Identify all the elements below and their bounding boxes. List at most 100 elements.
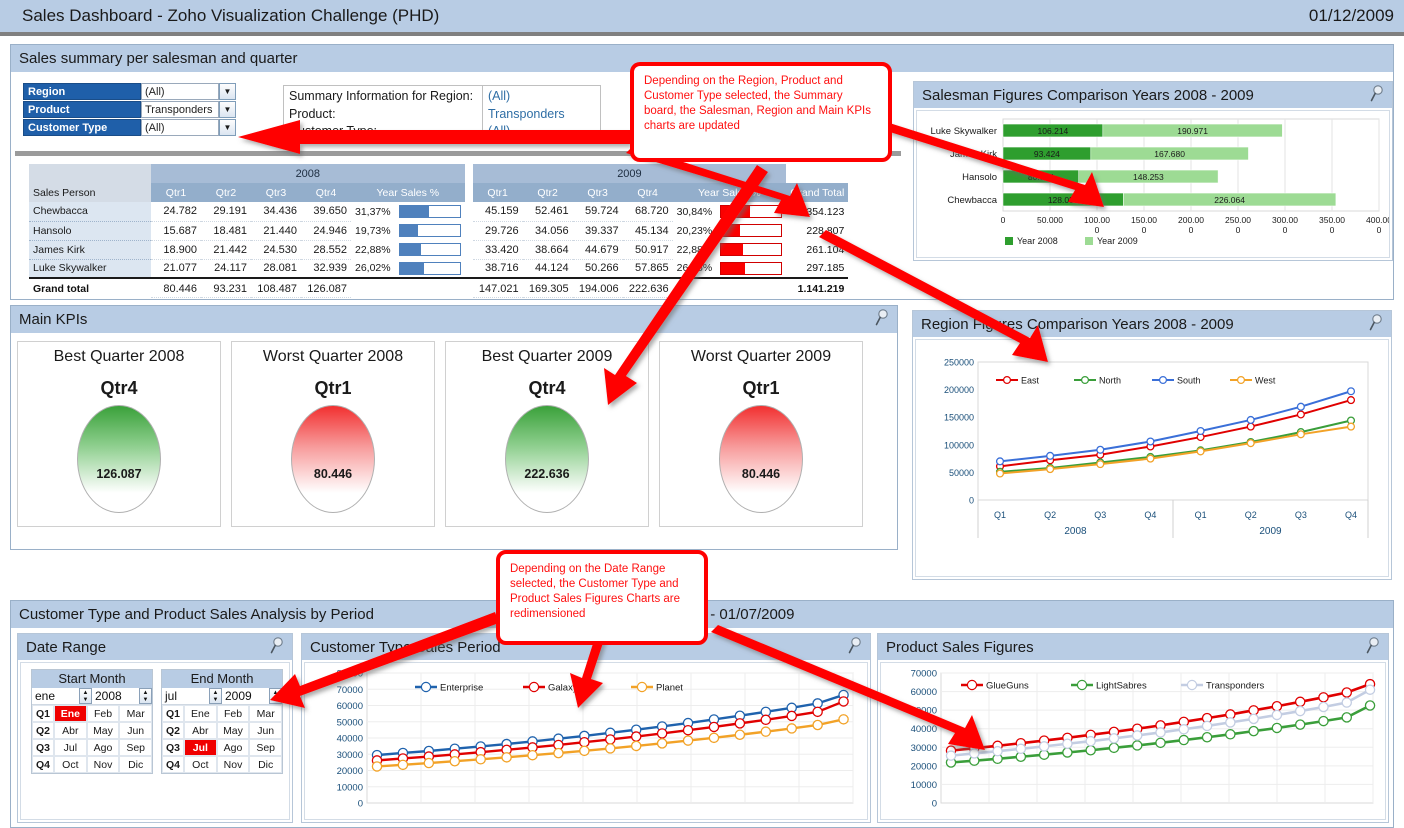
- section-title-main-kpis: Main KPIs: [19, 311, 88, 328]
- pivot-cell-value: 52.461: [522, 202, 573, 222]
- pivot-cell-pct-2009: 26,05%: [676, 262, 713, 274]
- end-month-Ago[interactable]: Ago: [216, 739, 250, 756]
- filter-dropdown-customer-type-icon[interactable]: ▼: [219, 119, 236, 136]
- panel-body-date-range: Start Month ene ▲ ▼ 2008 ▲ ▼ Q1 Ene Feb Mar Q2…: [20, 662, 290, 820]
- pivot-total-grand: 1.141.219: [786, 277, 849, 297]
- start-month-Nov[interactable]: Nov: [86, 756, 120, 773]
- end-month-Feb[interactable]: Feb: [216, 705, 250, 722]
- pin-icon-date-range[interactable]: [269, 637, 285, 655]
- pin-icon-customer-type[interactable]: [847, 637, 863, 655]
- start-quarter-Q4[interactable]: Q4: [32, 756, 54, 773]
- svg-text:West: West: [1255, 376, 1276, 386]
- filter-value-region[interactable]: (All): [141, 83, 219, 100]
- end-quarter-Q3[interactable]: Q3: [162, 739, 184, 756]
- end-year-stepper[interactable]: ▲ ▼: [269, 688, 282, 704]
- start-month-stepper[interactable]: ▲ ▼: [79, 688, 92, 704]
- pivot-cell-value: 44.124: [522, 259, 573, 279]
- start-month-Sep[interactable]: Sep: [119, 739, 152, 756]
- svg-text:150.00: 150.00: [1131, 215, 1157, 225]
- start-month-Ene[interactable]: Ene: [54, 705, 87, 722]
- end-year-value[interactable]: 2009: [222, 688, 269, 704]
- filter-value-product[interactable]: Transponders: [141, 101, 219, 118]
- summary-value-region: (All): [488, 89, 511, 103]
- kpi-quarter-worst-2008: Qtr1: [314, 378, 352, 398]
- pivot-cell-value: 38.716: [472, 259, 523, 279]
- svg-text:93.424: 93.424: [1034, 149, 1060, 159]
- svg-text:200.00: 200.00: [1178, 215, 1204, 225]
- panel-header-product-sales: Product Sales Figures: [878, 634, 1388, 660]
- start-quarter-Q2[interactable]: Q2: [32, 722, 54, 739]
- table-row[interactable]: James Kirk 18.900 21.442 24.530 28.552 22,88%…: [29, 240, 848, 260]
- svg-text:Luke Skywalker: Luke Skywalker: [930, 126, 997, 137]
- end-month-Nov[interactable]: Nov: [216, 756, 250, 773]
- pivot-cell-value: 21.442: [201, 240, 251, 260]
- pivot-cell-value: 24.117: [201, 259, 251, 279]
- start-month-May[interactable]: May: [86, 722, 120, 739]
- end-month-Dic[interactable]: Dic: [249, 756, 282, 773]
- pivot-cell-value: 50.266: [572, 259, 623, 279]
- svg-text:10000: 10000: [911, 780, 937, 791]
- start-year-stepper[interactable]: ▲ ▼: [139, 688, 152, 704]
- svg-text:30000: 30000: [337, 750, 363, 761]
- start-month-Abr[interactable]: Abr: [54, 722, 87, 739]
- start-quarter-Q1[interactable]: Q1: [32, 705, 54, 722]
- svg-text:200000: 200000: [944, 385, 974, 395]
- pin-icon-salesman[interactable]: [1369, 85, 1385, 103]
- kpi-quarter-best-2008: Qtr4: [100, 378, 138, 398]
- kpi-title-best-2008: Best Quarter 2008: [53, 348, 185, 365]
- svg-text:Year 2009: Year 2009: [1097, 236, 1138, 246]
- end-month-Jul[interactable]: Jul: [184, 739, 217, 756]
- svg-text:Q3: Q3: [1094, 510, 1106, 520]
- filter-label-customer-type: Customer Type: [23, 119, 141, 136]
- end-month-Abr[interactable]: Abr: [184, 722, 217, 739]
- callout-filters-text: Depending on the Region, Product and Cus…: [644, 75, 871, 132]
- pin-icon-main-kpis[interactable]: [874, 309, 890, 327]
- panel-body-product-sales: 0 10000 20000 30000 40000 50000 60000 70000 Glue…: [880, 662, 1386, 820]
- start-month-Jul[interactable]: Jul: [54, 739, 87, 756]
- start-month-spinner-row: ene ▲ ▼ 2008 ▲ ▼: [32, 688, 152, 705]
- filter-dropdown-region-icon[interactable]: ▼: [219, 83, 236, 100]
- filter-row-product: Product Transponders ▼: [23, 101, 237, 118]
- start-month-grid[interactable]: Q1 Ene Feb Mar Q2 Abr May Jun Q3 Jul Ago Sep Q4 Oct No…: [32, 705, 152, 773]
- summary-label-region: Summary Information for Region:: [289, 89, 474, 103]
- end-quarter-Q4[interactable]: Q4: [162, 756, 184, 773]
- start-year-value[interactable]: 2008: [92, 688, 139, 704]
- pivot-cell-grand-total: 228.807: [806, 224, 845, 237]
- filter-dropdown-product-icon[interactable]: ▼: [219, 101, 236, 118]
- end-month-value[interactable]: jul: [162, 688, 209, 704]
- svg-text:North: North: [1099, 376, 1121, 386]
- svg-text:190.971: 190.971: [1177, 126, 1208, 136]
- start-quarter-Q3[interactable]: Q3: [32, 739, 54, 756]
- svg-text:0: 0: [1142, 225, 1147, 235]
- start-month-Dic[interactable]: Dic: [119, 756, 152, 773]
- end-month-Mar[interactable]: Mar: [249, 705, 282, 722]
- end-month-May[interactable]: May: [216, 722, 250, 739]
- pivot-cell-person: Luke Skywalker: [29, 259, 151, 279]
- start-month-Ago[interactable]: Ago: [86, 739, 120, 756]
- pin-icon-product-sales[interactable]: [1365, 637, 1381, 655]
- start-month-Feb[interactable]: Feb: [86, 705, 120, 722]
- end-month-Oct[interactable]: Oct: [184, 756, 217, 773]
- svg-text:Transponders: Transponders: [1206, 681, 1265, 692]
- start-month-Jun[interactable]: Jun: [119, 722, 152, 739]
- start-month-Oct[interactable]: Oct: [54, 756, 87, 773]
- table-row[interactable]: Chewbacca 24.782 29.191 34.436 39.650 31,37% 4…: [29, 202, 848, 222]
- table-row[interactable]: Hansolo 15.687 18.481 21.440 24.946 19,73% 29.…: [29, 221, 848, 241]
- table-row[interactable]: Luke Skywalker 21.077 24.117 28.081 32.939 26…: [29, 259, 848, 279]
- end-month-Jun[interactable]: Jun: [249, 722, 282, 739]
- pivot-total-value: 169.305: [522, 277, 573, 298]
- end-quarter-Q1[interactable]: Q1: [162, 705, 184, 722]
- end-month-stepper[interactable]: ▲ ▼: [209, 688, 222, 704]
- start-month-value[interactable]: ene: [32, 688, 79, 704]
- end-quarter-Q2[interactable]: Q2: [162, 722, 184, 739]
- end-month-grid[interactable]: Q1 Ene Feb Mar Q2 Abr May Jun Q3 Jul Ago Sep Q4 Oct No…: [162, 705, 282, 773]
- svg-text:250.00: 250.00: [1225, 215, 1251, 225]
- pin-icon-region[interactable]: [1368, 314, 1384, 332]
- start-month-header: Start Month: [32, 670, 152, 688]
- end-month-Ene[interactable]: Ene: [184, 705, 217, 722]
- start-month-Mar[interactable]: Mar: [119, 705, 152, 722]
- end-month-Sep[interactable]: Sep: [249, 739, 282, 756]
- filter-value-customer-type[interactable]: (All): [141, 119, 219, 136]
- pivot-col-sales-person: Sales Person: [29, 183, 151, 202]
- summary-label-customer-type: Customer Type:: [289, 124, 378, 138]
